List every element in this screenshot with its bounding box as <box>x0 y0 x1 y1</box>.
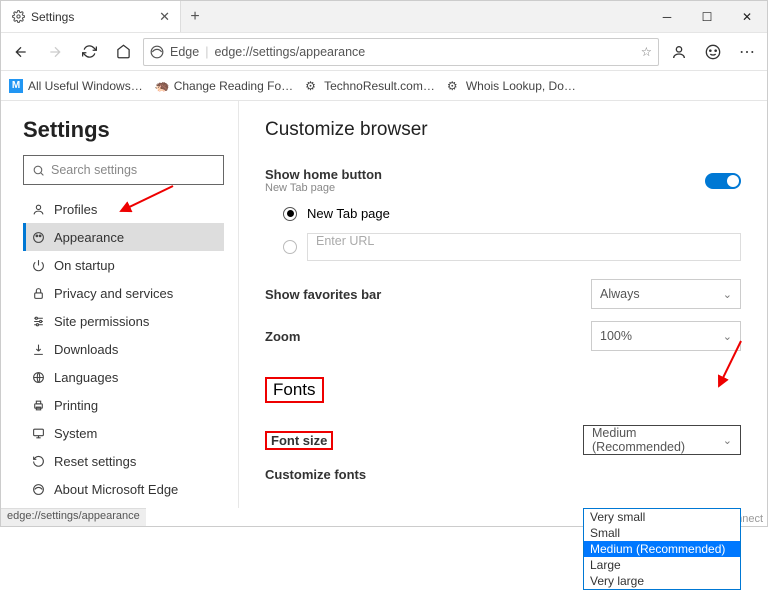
address-url: edge://settings/appearance <box>214 45 365 59</box>
zoom-label: Zoom <box>265 329 300 344</box>
font-size-option[interactable]: Very small <box>584 509 740 525</box>
profile-button[interactable] <box>665 38 693 66</box>
close-window-button[interactable]: ✕ <box>727 1 767 32</box>
edge-icon <box>31 482 45 496</box>
power-icon <box>31 258 45 272</box>
back-button[interactable] <box>7 38 35 66</box>
font-size-dropdown[interactable]: Very smallSmallMedium (Recommended)Large… <box>583 508 741 590</box>
font-size-select[interactable]: Medium (Recommended) ⌄ <box>583 425 741 455</box>
font-size-option[interactable]: Very large <box>584 573 740 589</box>
sidebar-item-reset-settings[interactable]: Reset settings <box>23 447 224 475</box>
show-home-button-toggle[interactable] <box>705 173 741 189</box>
bookmark-favicon: 🦔 <box>155 79 169 93</box>
maximize-button[interactable]: ☐ <box>687 1 727 32</box>
search-settings-input[interactable]: Search settings <box>23 155 224 185</box>
zoom-select[interactable]: 100% ⌄ <box>591 321 741 351</box>
bookmarks-bar: MAll Useful Windows… 🦔Change Reading Fo…… <box>1 71 767 101</box>
sidebar-item-downloads[interactable]: Downloads <box>23 335 224 363</box>
home-radio-newtab-label: New Tab page <box>307 206 390 221</box>
chevron-down-icon: ⌄ <box>723 330 732 343</box>
sidebar-item-system[interactable]: System <box>23 419 224 447</box>
bookmark-item[interactable]: ⚙TechnoResult.com… <box>305 79 435 93</box>
sidebar-item-appearance[interactable]: Appearance <box>23 223 224 251</box>
favorites-bar-label: Show favorites bar <box>265 287 381 302</box>
sliders-icon <box>31 314 45 328</box>
settings-main: Customize browser Show home button New T… <box>239 101 767 508</box>
show-home-button-label: Show home button <box>265 167 382 182</box>
home-button[interactable] <box>109 38 137 66</box>
edge-icon <box>150 45 164 59</box>
customize-fonts-label[interactable]: Customize fonts <box>265 467 366 482</box>
minimize-button[interactable]: ─ <box>647 1 687 32</box>
download-icon <box>31 342 45 356</box>
font-size-option[interactable]: Large <box>584 557 740 573</box>
home-url-input[interactable]: Enter URL <box>307 233 741 261</box>
sidebar-item-site-permissions[interactable]: Site permissions <box>23 307 224 335</box>
more-button[interactable]: ⋯ <box>733 38 761 66</box>
chevron-down-icon: ⌄ <box>723 434 732 447</box>
settings-sidebar: Settings Search settings ProfilesAppeara… <box>1 101 239 508</box>
feedback-button[interactable] <box>699 38 727 66</box>
browser-tab[interactable]: Settings ✕ <box>1 1 181 32</box>
close-tab-icon[interactable]: ✕ <box>159 9 170 25</box>
refresh-button[interactable] <box>75 38 103 66</box>
favorites-bar-select[interactable]: Always ⌄ <box>591 279 741 309</box>
bookmark-item[interactable]: MAll Useful Windows… <box>9 79 143 93</box>
fonts-heading: Fonts <box>265 377 324 403</box>
favorite-star-icon[interactable]: ☆ <box>641 44 652 59</box>
sidebar-item-about-microsoft-edge[interactable]: About Microsoft Edge <box>23 475 224 503</box>
font-size-label: Font size <box>265 431 333 450</box>
address-bar[interactable]: Edge | edge://settings/appearance ☆ <box>143 38 659 66</box>
printer-icon <box>31 398 45 412</box>
lock-icon <box>31 286 45 300</box>
palette-icon <box>31 230 45 244</box>
person-icon <box>31 202 45 216</box>
sidebar-item-privacy-and-services[interactable]: Privacy and services <box>23 279 224 307</box>
bookmark-item[interactable]: 🦔Change Reading Fo… <box>155 79 293 93</box>
section-heading: Customize browser <box>265 119 741 141</box>
home-radio-url[interactable] <box>283 240 297 254</box>
bookmark-favicon: ⚙ <box>305 79 319 93</box>
new-tab-button[interactable]: + <box>181 1 209 32</box>
show-home-button-hint: New Tab page <box>265 182 382 194</box>
search-icon <box>32 164 45 177</box>
font-size-option[interactable]: Small <box>584 525 740 541</box>
gear-icon <box>11 10 25 24</box>
bookmark-favicon: M <box>9 79 23 93</box>
sidebar-item-languages[interactable]: Languages <box>23 363 224 391</box>
bookmark-item[interactable]: ⚙Whois Lookup, Do… <box>447 79 576 93</box>
status-bar: edge://settings/appearance <box>1 508 146 526</box>
home-radio-newtab[interactable] <box>283 207 297 221</box>
forward-button <box>41 38 69 66</box>
page-title: Settings <box>23 117 224 143</box>
chevron-down-icon: ⌄ <box>723 288 732 301</box>
sidebar-item-profiles[interactable]: Profiles <box>23 195 224 223</box>
font-size-option[interactable]: Medium (Recommended) <box>584 541 740 557</box>
globe-icon <box>31 370 45 384</box>
sidebar-item-printing[interactable]: Printing <box>23 391 224 419</box>
tab-title: Settings <box>31 10 74 24</box>
sidebar-item-on-startup[interactable]: On startup <box>23 251 224 279</box>
monitor-icon <box>31 426 45 440</box>
bookmark-favicon: ⚙ <box>447 79 461 93</box>
reset-icon <box>31 454 45 468</box>
address-app: Edge <box>170 45 199 59</box>
